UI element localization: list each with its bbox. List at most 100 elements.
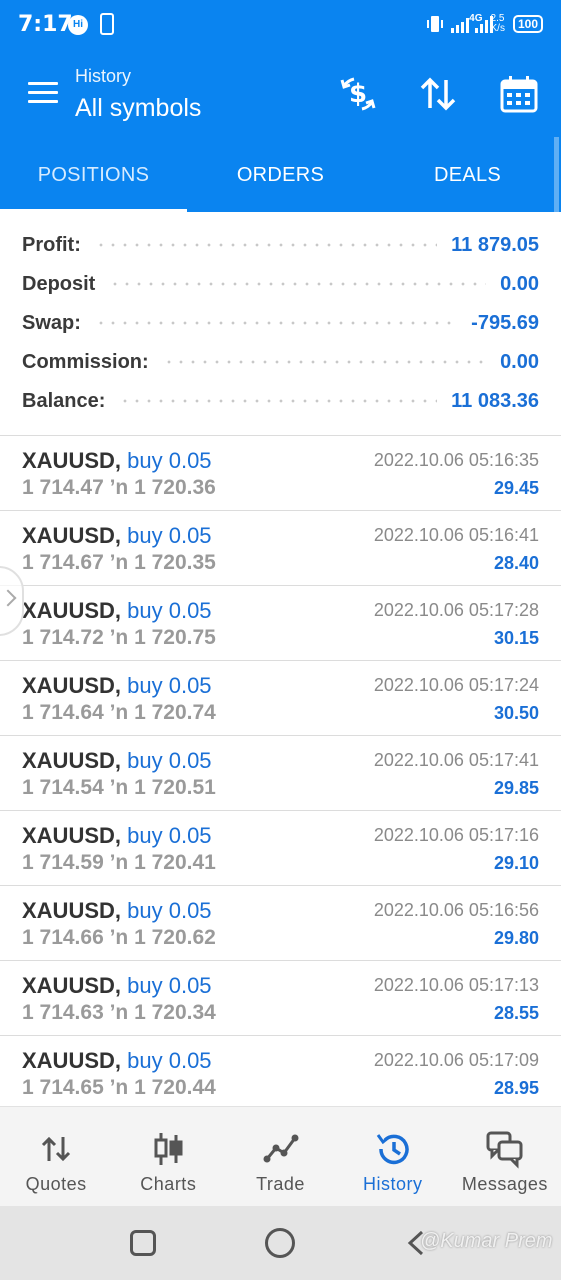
summary-value: 0.00 <box>500 350 539 373</box>
nav-label: Charts <box>140 1174 197 1194</box>
position-symbol-line: XAUUSD, buy 0.05 <box>22 523 212 549</box>
summary-row-balance: Balance: 11 083.36 <box>22 386 539 416</box>
position-symbol-line: XAUUSD, buy 0.05 <box>22 448 212 474</box>
quotes-icon <box>42 1136 71 1162</box>
position-profit: 29.85 <box>493 778 539 798</box>
recent-apps-button[interactable] <box>130 1230 156 1256</box>
tab-positions[interactable]: POSITIONS <box>0 137 187 212</box>
position-row[interactable]: XAUUSD, buy 0.05 1 714.63 ’n 1 720.34 20… <box>0 961 561 1036</box>
chevron-right-icon <box>0 589 17 607</box>
phone-icon <box>100 13 114 35</box>
position-row[interactable]: XAUUSD, buy 0.05 1 714.47 ’n 1 720.36 20… <box>0 436 561 511</box>
history-tabs: POSITIONS ORDERS DEALS <box>0 137 561 212</box>
position-symbol: XAUUSD, <box>22 1048 122 1073</box>
position-prices: 1 714.63 ’n 1 720.34 <box>22 1001 216 1024</box>
position-profit: 28.40 <box>493 553 539 573</box>
position-time: 2022.10.06 05:16:41 <box>373 525 539 545</box>
nav-messages[interactable]: Messages <box>449 1107 561 1206</box>
position-row[interactable]: XAUUSD, buy 0.05 1 714.72 ’n 1 720.75 20… <box>0 586 561 661</box>
position-symbol-line: XAUUSD, buy 0.05 <box>22 823 212 849</box>
vibrate-icon <box>427 16 444 32</box>
network-type: 4G <box>469 12 483 24</box>
position-type: buy 0.05 <box>127 823 212 848</box>
position-row[interactable]: XAUUSD, buy 0.05 1 714.54 ’n 1 720.51 20… <box>0 736 561 811</box>
position-row[interactable]: XAUUSD, buy 0.05 1 714.59 ’n 1 720.41 20… <box>0 811 561 886</box>
position-symbol-line: XAUUSD, buy 0.05 <box>22 748 212 774</box>
dotted-leader <box>94 321 458 325</box>
nav-label: Quotes <box>25 1174 87 1194</box>
summary-label: Balance: <box>22 389 106 412</box>
position-type: buy 0.05 <box>127 673 212 698</box>
nav-trade[interactable]: Trade <box>224 1107 336 1206</box>
position-type: buy 0.05 <box>127 598 212 623</box>
position-profit: 30.15 <box>493 628 539 648</box>
summary-label: Deposit <box>22 272 96 295</box>
summary-row-deposit: Deposit 0.00 <box>22 269 539 299</box>
position-prices: 1 714.72 ’n 1 720.75 <box>22 626 216 649</box>
position-time: 2022.10.06 05:17:13 <box>373 975 539 995</box>
nav-history[interactable]: History <box>337 1107 449 1206</box>
summary-row-commission: Commission: 0.00 <box>22 347 539 377</box>
position-symbol-line: XAUUSD, buy 0.05 <box>22 973 212 999</box>
status-bar: 7:17 Hi 4G 2.5 K/s 100 <box>0 0 561 52</box>
charts-icon <box>154 1133 183 1165</box>
nav-charts[interactable]: Charts <box>112 1107 224 1206</box>
position-profit: 30.50 <box>493 703 539 723</box>
position-symbol: XAUUSD, <box>22 673 122 698</box>
summary-value: 11 879.05 <box>451 233 539 256</box>
history-icon <box>376 1134 409 1165</box>
position-time: 2022.10.06 05:17:09 <box>373 1050 539 1070</box>
home-button[interactable] <box>265 1228 295 1258</box>
position-time: 2022.10.06 05:16:35 <box>373 450 539 470</box>
position-prices: 1 714.65 ’n 1 720.44 <box>22 1076 216 1099</box>
position-symbol: XAUUSD, <box>22 973 122 998</box>
position-type: buy 0.05 <box>127 1048 212 1073</box>
dotted-leader <box>162 360 487 364</box>
scrollbar[interactable] <box>554 137 559 212</box>
tab-deals[interactable]: DEALS <box>374 137 561 212</box>
position-prices: 1 714.47 ’n 1 720.36 <box>22 476 216 499</box>
summary-label: Swap: <box>22 311 81 334</box>
position-time: 2022.10.06 05:17:24 <box>373 675 539 695</box>
position-profit: 28.95 <box>493 1078 539 1098</box>
dotted-leader <box>119 399 438 403</box>
svg-text:$: $ <box>349 79 367 109</box>
status-time: 7:17 <box>18 12 73 37</box>
calendar-icon[interactable] <box>499 74 539 114</box>
nav-quotes[interactable]: Quotes <box>0 1107 112 1206</box>
summary-value: 0.00 <box>500 272 539 295</box>
summary-label: Profit: <box>22 233 81 256</box>
positions-list: XAUUSD, buy 0.05 1 714.47 ’n 1 720.36 20… <box>0 436 561 1111</box>
position-symbol: XAUUSD, <box>22 598 122 623</box>
appbar-subtitle: History <box>75 66 132 86</box>
bottom-navigation: Quotes Charts Trade History Messages <box>0 1106 561 1206</box>
position-symbol-line: XAUUSD, buy 0.05 <box>22 673 212 699</box>
position-symbol-line: XAUUSD, buy 0.05 <box>22 598 212 624</box>
position-row[interactable]: XAUUSD, buy 0.05 1 714.64 ’n 1 720.74 20… <box>0 661 561 736</box>
position-profit: 29.45 <box>493 478 539 498</box>
position-symbol: XAUUSD, <box>22 448 122 473</box>
position-prices: 1 714.59 ’n 1 720.41 <box>22 851 216 874</box>
sort-icon[interactable] <box>418 74 458 114</box>
nav-label: Trade <box>256 1174 305 1194</box>
app-bar: History All symbols $ <box>0 52 561 137</box>
tab-orders[interactable]: ORDERS <box>187 137 374 212</box>
position-prices: 1 714.67 ’n 1 720.35 <box>22 551 216 574</box>
position-row[interactable]: XAUUSD, buy 0.05 1 714.67 ’n 1 720.35 20… <box>0 511 561 586</box>
appbar-title[interactable]: All symbols <box>75 94 201 123</box>
nav-label: Messages <box>461 1174 548 1194</box>
position-prices: 1 714.54 ’n 1 720.51 <box>22 776 216 799</box>
position-symbol: XAUUSD, <box>22 523 122 548</box>
trade-icon <box>263 1134 298 1163</box>
dotted-leader <box>94 243 438 247</box>
position-row[interactable]: XAUUSD, buy 0.05 1 714.65 ’n 1 720.44 20… <box>0 1036 561 1111</box>
position-symbol: XAUUSD, <box>22 748 122 773</box>
currency-exchange-icon[interactable]: $ <box>338 74 378 114</box>
position-symbol-line: XAUUSD, buy 0.05 <box>22 1048 212 1074</box>
position-profit: 28.55 <box>493 1003 539 1023</box>
position-type: buy 0.05 <box>127 898 212 923</box>
summary-value: -795.69 <box>471 311 539 334</box>
position-row[interactable]: XAUUSD, buy 0.05 1 714.66 ’n 1 720.62 20… <box>0 886 561 961</box>
menu-icon[interactable] <box>28 82 58 104</box>
nav-label: History <box>362 1174 423 1194</box>
